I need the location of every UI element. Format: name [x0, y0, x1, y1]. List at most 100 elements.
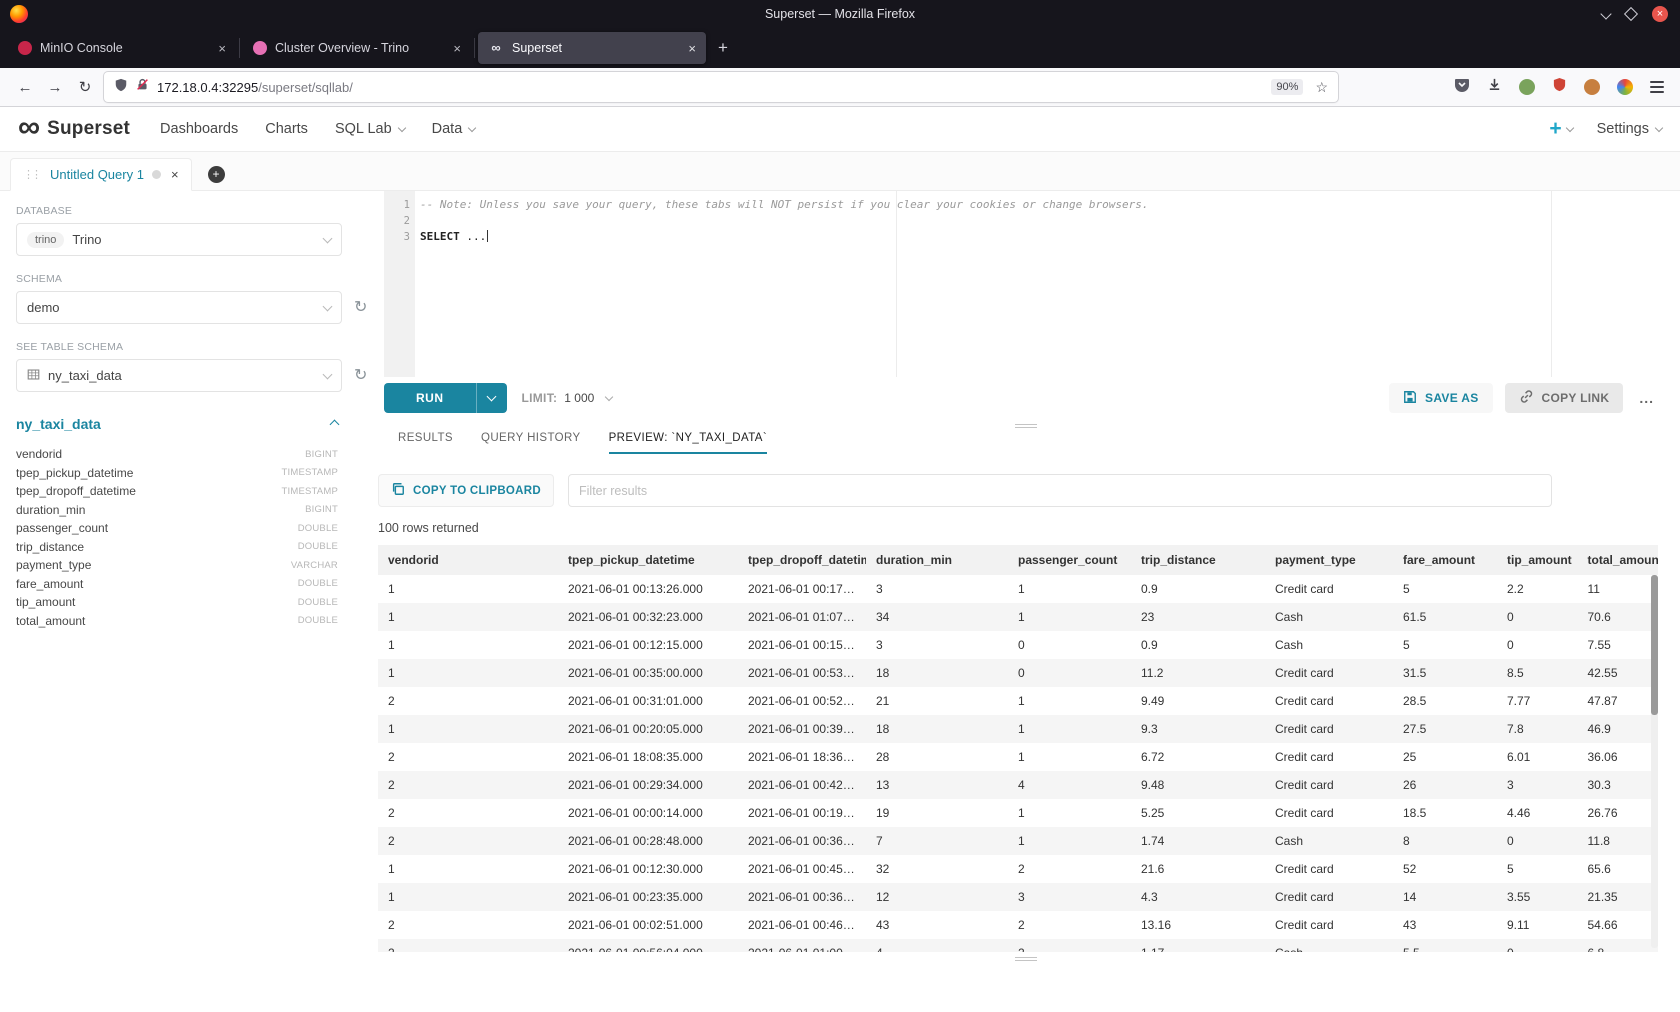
cell-fare: 5.5	[1393, 939, 1497, 952]
cell-dropoff: 2021-06-01 00:45:02.000	[738, 855, 866, 883]
nav-sql-lab[interactable]: SQL Lab	[335, 121, 405, 137]
window-maximize-button[interactable]	[1626, 9, 1636, 19]
zoom-indicator[interactable]: 90%	[1271, 79, 1303, 95]
new-query-tab-button[interactable]: +	[208, 166, 225, 183]
copy-link-button[interactable]: COPY LINK	[1505, 383, 1624, 413]
filter-results-input[interactable]	[568, 474, 1552, 507]
save-as-label: SAVE AS	[1425, 391, 1478, 405]
column-name: total_amount	[16, 614, 85, 628]
tab-query-history[interactable]: QUERY HISTORY	[481, 432, 581, 452]
column-header[interactable]: fare_amount	[1393, 545, 1497, 575]
save-as-button[interactable]: SAVE AS	[1389, 383, 1492, 413]
tracking-shield-icon[interactable]	[114, 78, 128, 97]
query-tab-close-icon[interactable]: ×	[171, 167, 179, 182]
back-button[interactable]: ←	[10, 72, 40, 102]
browser-tab-trino[interactable]: Cluster Overview - Trino ×	[243, 32, 471, 64]
cell-duration: 3	[866, 631, 1008, 659]
collapse-chevron-icon[interactable]	[330, 419, 340, 429]
url-bar[interactable]: 172.18.0.4:32295/superset/sqllab/ 90% ☆	[104, 72, 1338, 102]
browser-tab-minio[interactable]: MinIO Console ×	[8, 32, 236, 64]
column-header[interactable]: vendorid	[378, 545, 558, 575]
cell-duration: 4	[866, 939, 1008, 952]
column-header[interactable]: tip_amount	[1497, 545, 1578, 575]
table-select[interactable]: ny_taxi_data	[16, 359, 342, 392]
cell-total: 6.8	[1578, 939, 1659, 952]
infinity-logo-icon: ∞	[18, 113, 40, 141]
tab-close-icon[interactable]: ×	[453, 41, 461, 56]
cell-vendorid: 2	[378, 827, 558, 855]
nav-data[interactable]: Data	[432, 121, 476, 137]
cell-total: 42.55	[1578, 659, 1659, 687]
resize-handle[interactable]	[372, 419, 1680, 432]
forward-button[interactable]: →	[40, 72, 70, 102]
cell-distance: 9.49	[1131, 687, 1265, 715]
table-row: 2 2021-06-01 00:28:48.000 2021-06-01 00:…	[378, 827, 1658, 855]
tab-close-icon[interactable]: ×	[688, 41, 696, 56]
drag-handle-icon[interactable]: ⋮⋮	[23, 168, 39, 181]
settings-menu[interactable]: Settings	[1597, 121, 1662, 137]
tab-preview[interactable]: PREVIEW: `NY_TAXI_DATA`	[609, 432, 768, 454]
refresh-schemas-button[interactable]: ↻	[354, 300, 367, 316]
column-header[interactable]: tpep_dropoff_datetime	[738, 545, 866, 575]
window-close-button[interactable]: ×	[1652, 6, 1668, 22]
nav-charts[interactable]: Charts	[265, 121, 308, 137]
table-schema-label: SEE TABLE SCHEMA	[16, 341, 372, 353]
column-header[interactable]: passenger_count	[1008, 545, 1131, 575]
sql-editor[interactable]: 1 2 3 -- Note: Unless you save your quer…	[384, 191, 1552, 377]
ublock-shield-icon[interactable]	[1552, 77, 1567, 97]
column-header[interactable]: total_amount	[1578, 545, 1659, 575]
cell-payment: Cash	[1265, 631, 1393, 659]
run-button[interactable]: RUN	[384, 383, 476, 413]
pocket-icon[interactable]	[1454, 77, 1470, 98]
copy-to-clipboard-button[interactable]: COPY TO CLIPBOARD	[378, 474, 554, 507]
cell-distance: 0.9	[1131, 631, 1265, 659]
bookmark-star-icon[interactable]: ☆	[1315, 79, 1328, 96]
downloads-icon[interactable]	[1487, 77, 1502, 97]
cell-distance: 5.25	[1131, 799, 1265, 827]
cell-vendorid: 1	[378, 883, 558, 911]
column-header[interactable]: trip_distance	[1131, 545, 1265, 575]
cell-fare: 31.5	[1393, 659, 1497, 687]
schema-column-row: payment_type VARCHAR	[16, 556, 338, 575]
more-options-button[interactable]: ...	[1639, 390, 1654, 406]
column-header[interactable]: duration_min	[866, 545, 1008, 575]
window-title: Superset — Mozilla Firefox	[0, 7, 1680, 21]
run-options-caret[interactable]	[476, 383, 507, 413]
editor-code-area[interactable]: -- Note: Unless you save your query, the…	[415, 191, 1551, 377]
table-schema-header[interactable]: ny_taxi_data	[16, 416, 338, 432]
schema-select[interactable]: demo	[16, 291, 342, 324]
column-header[interactable]: tpep_pickup_datetime	[558, 545, 738, 575]
cell-pickup: 2021-06-01 00:32:23.000	[558, 603, 738, 631]
refresh-tables-button[interactable]: ↻	[354, 368, 367, 384]
extension-icon-2[interactable]	[1584, 79, 1600, 95]
copy-to-clipboard-label: COPY TO CLIPBOARD	[413, 485, 541, 497]
cell-payment: Cash	[1265, 603, 1393, 631]
cell-duration: 43	[866, 911, 1008, 939]
tab-close-icon[interactable]: ×	[218, 41, 226, 56]
cell-dropoff: 2021-06-01 18:36:38.000	[738, 743, 866, 771]
resize-handle-bottom[interactable]	[372, 952, 1680, 965]
insecure-lock-icon[interactable]	[136, 78, 149, 96]
extension-icon-1[interactable]	[1519, 79, 1535, 95]
column-header[interactable]: payment_type	[1265, 545, 1393, 575]
cell-duration: 13	[866, 771, 1008, 799]
cell-tip: 2.2	[1497, 575, 1578, 603]
window-minimize-button[interactable]	[1602, 10, 1610, 18]
add-new-button[interactable]: +	[1549, 117, 1572, 141]
query-tab-active[interactable]: ⋮⋮ Untitled Query 1 ×	[10, 158, 192, 191]
menu-button[interactable]	[1650, 81, 1664, 93]
database-select[interactable]: trino Trino	[16, 223, 342, 256]
cell-vendorid: 2	[378, 687, 558, 715]
new-tab-button[interactable]: +	[718, 38, 728, 58]
browser-tab-superset[interactable]: ∞ Superset ×	[478, 32, 706, 64]
limit-dropdown[interactable]: LIMIT: 1 000	[522, 391, 613, 405]
print-margin-line	[896, 191, 897, 377]
reload-button[interactable]: ↻	[70, 72, 100, 102]
tab-results[interactable]: RESULTS	[398, 432, 453, 452]
table-row: 1 2021-06-01 00:12:15.000 2021-06-01 00:…	[378, 631, 1658, 659]
superset-logo[interactable]: ∞ Superset	[18, 118, 130, 141]
cell-pickup: 2021-06-01 00:28:48.000	[558, 827, 738, 855]
nav-dashboards[interactable]: Dashboards	[160, 121, 238, 137]
table-scrollbar-thumb[interactable]	[1651, 575, 1658, 715]
extension-icon-3[interactable]	[1617, 79, 1633, 95]
